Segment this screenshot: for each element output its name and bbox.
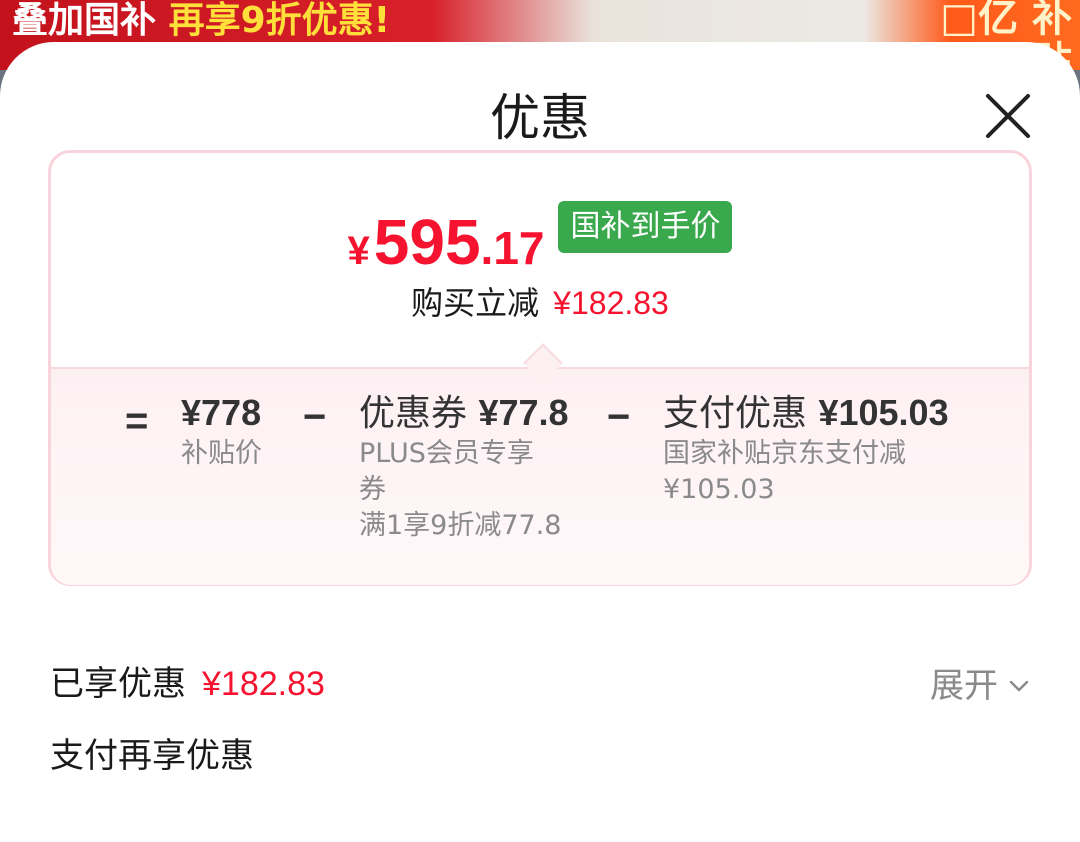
coupon-desc-line1: PLUS会员专享 xyxy=(359,438,534,469)
pay-discount-amount: ¥105.03 xyxy=(818,392,949,433)
price-breakdown: = ¥778 补贴价 − 优惠券 ¥77.8 PLUS会员专享 券 满1享9折减… xyxy=(51,391,1029,581)
base-price-amount: ¥778 xyxy=(181,392,262,433)
equals-sign: = xyxy=(125,399,149,443)
chevron-down-icon xyxy=(1009,680,1029,692)
close-button[interactable] xyxy=(984,92,1032,140)
enjoyed-amount: ¥182.83 xyxy=(202,665,325,703)
minus-sign-1: − xyxy=(303,395,327,439)
final-price: ¥ 595 . 17 xyxy=(348,210,545,275)
sheet-title: 优惠 xyxy=(490,89,590,147)
saved-amount: ¥182.83 xyxy=(553,285,669,321)
pay-discount-line1: 国家补贴京东支付减 xyxy=(663,438,906,469)
price-currency: ¥ xyxy=(347,229,370,273)
base-price-label: 补贴价 xyxy=(181,438,262,469)
coupon-column: 优惠券 ¥77.8 PLUS会员专享 券 满1享9折减77.8 xyxy=(359,391,569,544)
pay-discount-name: 支付优惠 xyxy=(663,393,808,434)
final-price-row: ¥ 595 . 17 国补到手价 xyxy=(51,201,1029,275)
pay-discount-line2: ¥105.03 xyxy=(663,474,775,505)
price-dot: . xyxy=(480,222,494,274)
price-card: ¥ 595 . 17 国补到手价 购买立减 ¥182.83 = ¥778 补贴价 … xyxy=(48,150,1032,586)
saved-row: 购买立减 ¥182.83 xyxy=(51,281,1029,325)
coupon-desc-line3: 满1享9折减77.8 xyxy=(359,510,562,541)
coupon-desc-line2: 券 xyxy=(359,474,386,505)
pay-more-discount-row[interactable]: 支付再享优惠 xyxy=(50,734,254,778)
coupon-name: 优惠券 xyxy=(359,393,468,434)
close-icon xyxy=(986,94,1030,138)
coupon-amount: ¥77.8 xyxy=(478,392,569,433)
enjoyed-discount-row: 已享优惠 ¥182.83 xyxy=(50,662,325,706)
price-decimal: 17 xyxy=(493,222,545,274)
banner-text-part2: 再享9折优惠! xyxy=(168,0,391,41)
saved-label: 购买立减 xyxy=(411,284,540,322)
expand-button[interactable]: 展开 xyxy=(930,664,1030,708)
price-integer: 595 xyxy=(373,206,481,278)
subsidy-price-tag: 国补到手价 xyxy=(558,201,733,253)
enjoyed-label: 已享优惠 xyxy=(50,664,186,704)
banner-text-part1: 叠加国补 xyxy=(12,0,157,41)
minus-sign-2: − xyxy=(607,395,631,439)
expand-label: 展开 xyxy=(930,666,998,706)
banner-text: 叠加国补 再享9折优惠! xyxy=(12,0,390,42)
pay-discount-column: 支付优惠 ¥105.03 国家补贴京东支付减 ¥105.03 xyxy=(663,391,949,508)
base-price-column: ¥778 补贴价 xyxy=(181,391,262,472)
